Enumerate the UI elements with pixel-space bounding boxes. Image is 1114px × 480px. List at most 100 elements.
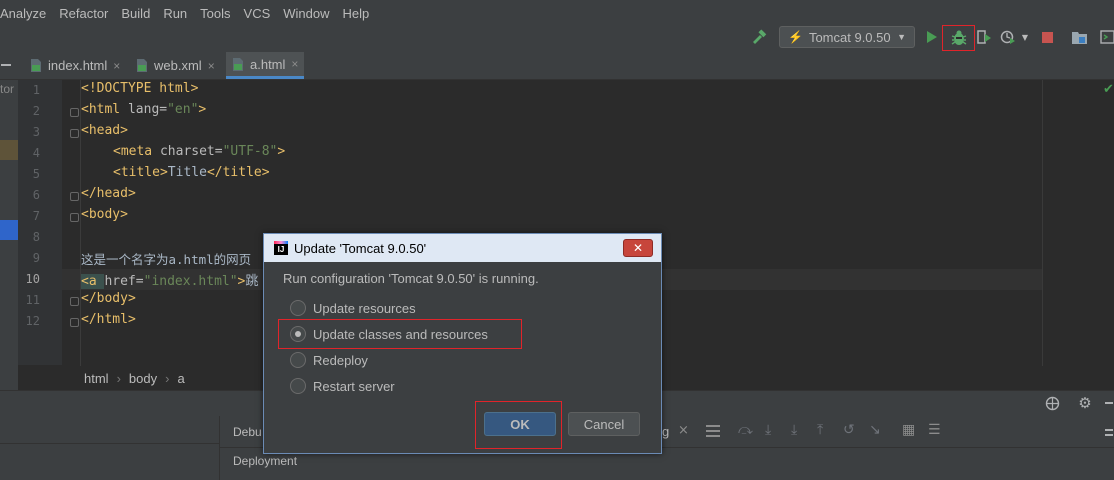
radio-redeploy[interactable]: Redeploy bbox=[290, 352, 368, 368]
menu-help[interactable]: Help bbox=[336, 6, 376, 21]
cancel-button[interactable]: Cancel bbox=[568, 412, 640, 436]
dialog-message: Run configuration 'Tomcat 9.0.50' is run… bbox=[283, 271, 539, 286]
tab-web-xml[interactable]: web.xml × bbox=[130, 52, 221, 79]
code-line-11[interactable]: </body> bbox=[81, 291, 136, 306]
code-line-4[interactable]: <meta charset="UTF-8"> bbox=[113, 144, 285, 159]
debug-button[interactable] bbox=[942, 25, 975, 51]
radio-label: Restart server bbox=[313, 378, 395, 394]
tab-a-html[interactable]: a.html × bbox=[226, 52, 305, 79]
build-hammer-icon[interactable] bbox=[750, 28, 768, 46]
dialog-close-button[interactable]: ✕ bbox=[623, 239, 653, 257]
debugger-tab[interactable]: Debu bbox=[233, 425, 262, 439]
close-icon[interactable]: × bbox=[678, 423, 689, 438]
evaluate-expression-icon[interactable]: ▦ bbox=[902, 422, 915, 438]
breadcrumb-item[interactable]: html bbox=[84, 371, 109, 386]
more-run-options-chevron-icon[interactable]: ▼ bbox=[1020, 31, 1030, 43]
line-number: 11 bbox=[25, 293, 40, 307]
expand-lines-icon[interactable] bbox=[1104, 426, 1114, 438]
breadcrumb-item[interactable]: body bbox=[129, 371, 157, 386]
stop-icon[interactable] bbox=[1040, 30, 1054, 44]
deployment-tab[interactable]: Deployment bbox=[233, 454, 297, 468]
fold-marker-icon[interactable] bbox=[70, 192, 79, 201]
code-line-10[interactable]: <a href="index.html">跳 bbox=[81, 270, 258, 289]
dialog-title: Update 'Tomcat 9.0.50' bbox=[294, 240, 427, 256]
code-line-1[interactable]: <!DOCTYPE html> bbox=[81, 81, 198, 96]
force-step-into-icon[interactable]: ⤓ bbox=[791, 422, 797, 438]
radio-restart-server[interactable]: Restart server bbox=[290, 378, 395, 394]
fold-marker-icon[interactable] bbox=[70, 297, 79, 306]
code-line-5[interactable]: <title>Title</title> bbox=[113, 165, 270, 180]
menu-run[interactable]: Run bbox=[156, 6, 193, 21]
run-with-coverage-icon[interactable] bbox=[976, 29, 992, 45]
ok-button[interactable]: OK bbox=[484, 412, 556, 436]
run-icon[interactable] bbox=[924, 29, 940, 45]
menu-vcs[interactable]: VCS bbox=[237, 6, 277, 21]
radio-button[interactable] bbox=[290, 352, 306, 368]
line-number: 3 bbox=[32, 125, 40, 139]
radio-label: Redeploy bbox=[313, 352, 368, 368]
breadcrumb-separator-icon: › bbox=[165, 370, 170, 386]
menu-build[interactable]: Build bbox=[114, 6, 156, 21]
drop-frame-icon[interactable]: ↺ bbox=[843, 422, 855, 438]
step-into-icon[interactable]: ⤓ bbox=[765, 422, 771, 438]
divider bbox=[0, 443, 220, 444]
profile-icon[interactable] bbox=[1000, 29, 1016, 45]
minimize-icon[interactable] bbox=[1104, 396, 1114, 410]
project-structure-icon[interactable] bbox=[1070, 29, 1088, 45]
run-configuration-label: Tomcat 9.0.50 bbox=[808, 29, 891, 45]
html-file-icon bbox=[232, 57, 244, 71]
fold-marker-icon[interactable] bbox=[70, 129, 79, 138]
code-line-9[interactable]: 这是一个名字为a.html的网页 bbox=[81, 249, 251, 268]
close-tab-icon[interactable]: × bbox=[291, 57, 298, 71]
step-over-icon[interactable]: ⤼ bbox=[738, 422, 753, 438]
radio-update-classes-and-resources[interactable]: Update classes and resources bbox=[290, 326, 488, 342]
run-configuration-select[interactable]: ⚡ Tomcat 9.0.50 ▼ bbox=[779, 26, 915, 48]
terminal-icon[interactable] bbox=[1100, 29, 1114, 45]
collapse-minus-icon[interactable] bbox=[0, 59, 12, 71]
line-number-current: 10 bbox=[25, 272, 40, 286]
radio-update-resources[interactable]: Update resources bbox=[290, 300, 416, 316]
tomcat-icon: ⚡ bbox=[788, 30, 803, 44]
code-line-6[interactable]: </head> bbox=[81, 186, 136, 201]
tab-index-html[interactable]: index.html × bbox=[24, 52, 126, 79]
radio-label: Update classes and resources bbox=[313, 326, 488, 342]
line-number: 12 bbox=[25, 314, 40, 328]
dialog-title-bar[interactable]: IJ Update 'Tomcat 9.0.50' ✕ bbox=[264, 234, 661, 262]
step-out-icon[interactable]: ⤒ bbox=[817, 422, 823, 438]
code-line-2[interactable]: <html lang="en"> bbox=[81, 102, 206, 117]
selected-row-marker bbox=[0, 140, 18, 160]
code-line-7[interactable]: <body> bbox=[81, 207, 128, 222]
menu-tools[interactable]: Tools bbox=[193, 6, 236, 21]
line-number: 5 bbox=[32, 167, 40, 181]
breadcrumb-item[interactable]: a bbox=[177, 371, 184, 386]
radio-button[interactable] bbox=[290, 300, 306, 316]
menu-analyze[interactable]: Analyze bbox=[0, 6, 52, 21]
tab-label: index.html bbox=[48, 58, 108, 73]
close-tab-icon[interactable]: × bbox=[113, 59, 120, 73]
html-file-icon bbox=[30, 59, 42, 72]
debug-bug-icon bbox=[951, 30, 966, 45]
menu-refactor[interactable]: Refactor bbox=[52, 6, 114, 21]
run-to-cursor-icon[interactable]: ↘ bbox=[869, 422, 881, 438]
radio-label: Update resources bbox=[313, 300, 416, 316]
radio-button[interactable] bbox=[290, 378, 306, 394]
menu-lines-icon[interactable] bbox=[706, 425, 720, 437]
line-number: 8 bbox=[32, 230, 40, 244]
inspection-ok-check-icon[interactable]: ✔ bbox=[1103, 82, 1114, 97]
line-number: 4 bbox=[32, 146, 40, 160]
fold-marker-icon[interactable] bbox=[70, 213, 79, 222]
close-tab-icon[interactable]: × bbox=[208, 59, 215, 73]
line-number: 7 bbox=[32, 209, 40, 223]
project-panel-edge: tor bbox=[0, 80, 18, 390]
menu-window[interactable]: Window bbox=[276, 6, 335, 21]
fold-marker-icon[interactable] bbox=[70, 318, 79, 327]
left-strip-bottom bbox=[0, 366, 18, 390]
code-line-12[interactable]: </html> bbox=[81, 312, 136, 327]
crosshair-settings-icon[interactable] bbox=[1044, 395, 1060, 411]
fold-marker-icon[interactable] bbox=[70, 108, 79, 117]
radio-button-selected[interactable] bbox=[290, 326, 306, 342]
line-number: 9 bbox=[32, 251, 40, 265]
gear-icon[interactable]: ⚙ bbox=[1077, 394, 1093, 412]
code-line-3[interactable]: <head> bbox=[81, 123, 128, 138]
trace-icon[interactable]: ☰ bbox=[928, 422, 941, 438]
